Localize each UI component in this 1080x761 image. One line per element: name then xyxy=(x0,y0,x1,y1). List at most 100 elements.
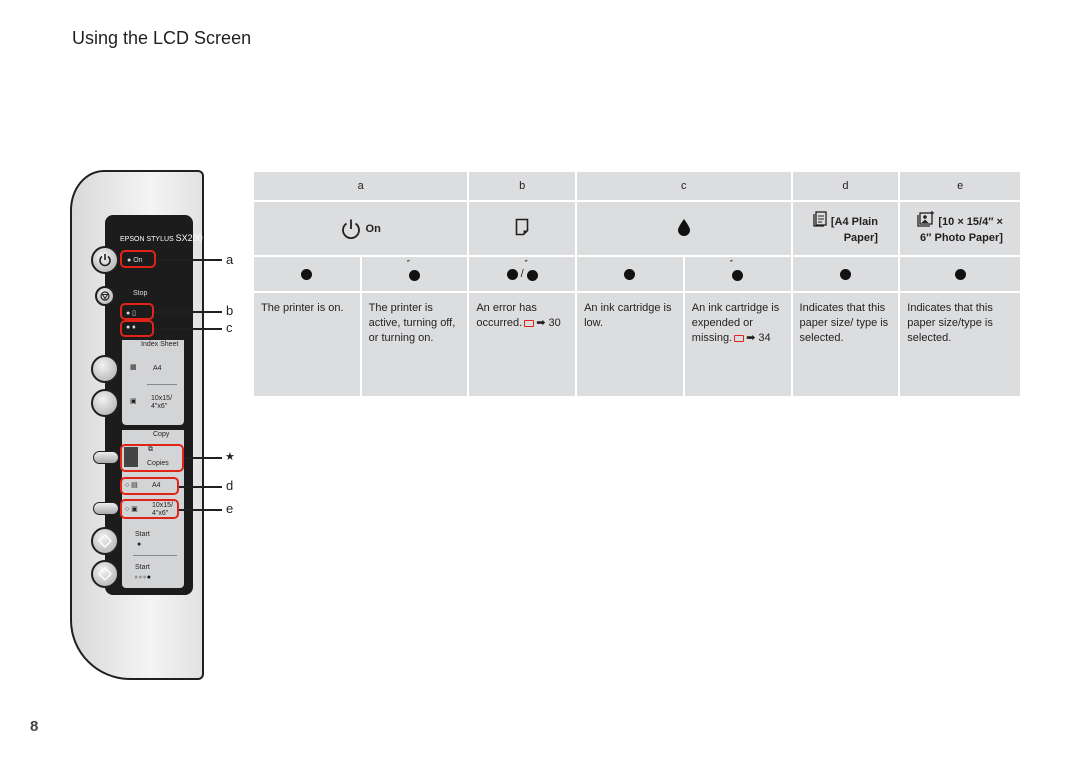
index-a4-button[interactable] xyxy=(91,355,119,383)
power-button[interactable] xyxy=(91,246,119,274)
page-title: Using the LCD Screen xyxy=(72,28,252,48)
start-icon xyxy=(98,534,112,548)
callout-a: a xyxy=(226,252,234,267)
stop-button[interactable] xyxy=(95,286,115,306)
state-on xyxy=(790,255,901,293)
callout-b: b xyxy=(226,303,234,318)
state-on xyxy=(252,255,362,293)
model-name: SX200 xyxy=(175,233,203,243)
brand-name: EPSON STYLUS xyxy=(120,236,174,243)
description-cell: An ink cartridge is low. xyxy=(575,291,685,398)
header-b: b xyxy=(467,170,578,202)
index-a4-label: A4 xyxy=(153,365,162,372)
header-a: a xyxy=(251,170,470,202)
table-icon-row: On [A4 Plain Paper] [10 × 15/4″ × 6″ Photo… xyxy=(251,200,1022,257)
light-flashing-icon xyxy=(525,259,538,281)
separator xyxy=(147,384,177,385)
start-bw-button[interactable] xyxy=(91,527,119,555)
callout-e: e xyxy=(226,501,234,516)
callout-line-d xyxy=(179,486,222,488)
callout-line-a xyxy=(156,259,222,261)
color-ink-icon: ●●●● xyxy=(134,574,151,581)
description-text: An ink cartridge is low. xyxy=(584,302,672,329)
light-on-icon xyxy=(954,268,966,280)
power-icon xyxy=(99,254,111,267)
state-on-or-flashing: / xyxy=(467,255,578,293)
start-label-bw: Start xyxy=(135,531,150,538)
start-color-button[interactable] xyxy=(91,560,119,588)
callout-line-c xyxy=(154,328,222,330)
photo-paper-label-2: 6″ Photo Paper] xyxy=(920,232,1003,244)
callout-box-d xyxy=(120,477,179,495)
callout-box-c xyxy=(120,320,154,337)
copies-button[interactable] xyxy=(93,451,119,464)
table-description-row: The printer is on. The printer is active… xyxy=(252,291,1022,398)
index-sheet-area xyxy=(122,340,184,425)
page-reference-link[interactable]: 30 xyxy=(548,317,560,329)
page-reference-link[interactable]: 34 xyxy=(758,332,770,344)
callout-box-e xyxy=(120,499,179,519)
separator xyxy=(133,555,177,556)
paper-icon xyxy=(515,218,529,236)
description-cell: The printer is active, turning off, or t… xyxy=(359,291,470,398)
panel-brand: EPSON STYLUS SX200 xyxy=(120,233,203,243)
description-text: Indicates that this paper size/type is s… xyxy=(907,302,993,344)
state-on xyxy=(898,255,1022,293)
light-on-icon xyxy=(624,268,636,280)
icon-cell-c xyxy=(575,200,793,257)
description-cell: An error has occurred. ➡ 30 xyxy=(467,291,578,398)
description-cell: The printer is on. xyxy=(252,291,362,398)
copy-label: Copy xyxy=(150,430,173,439)
index-photo-button[interactable] xyxy=(91,389,119,417)
arrow-right-icon: ➡ xyxy=(536,317,546,329)
description-cell: Indicates that this paper size/type is s… xyxy=(898,291,1022,398)
callout-star: ★ xyxy=(225,451,235,463)
indicator-table: a b c d e On [A4 Plain Paper] [10 × 15/4″… xyxy=(251,170,1022,398)
index-photo-label-1: 10x15/ xyxy=(151,395,173,402)
light-on-icon xyxy=(839,268,851,280)
paper-select-button[interactable] xyxy=(93,502,119,515)
light-on-icon xyxy=(301,268,313,280)
description-text: Indicates that this paper size/ type is … xyxy=(799,302,889,344)
state-separator: / xyxy=(520,267,524,280)
state-flashing xyxy=(359,255,470,293)
manual-reference-icon xyxy=(734,334,745,342)
arrow-right-icon: ➡ xyxy=(746,332,756,344)
plain-paper-label-2: Paper] xyxy=(843,232,878,244)
light-on-icon xyxy=(506,268,518,280)
index-photo-label-2: 4"x6" xyxy=(151,403,168,410)
manual-reference-icon xyxy=(524,319,535,327)
callout-line-e xyxy=(179,509,222,511)
header-c: c xyxy=(575,170,793,202)
icon-cell-d: [A4 Plain Paper] xyxy=(790,200,901,257)
index-photo-label: 10x15/4"x6" xyxy=(151,395,172,411)
header-e: e xyxy=(898,170,1022,202)
page-number: 8 xyxy=(30,718,39,735)
stop-label: Stop xyxy=(133,290,148,297)
index-sheet-label: Index Sheet xyxy=(138,340,182,349)
light-flashing-icon xyxy=(730,259,744,281)
plain-paper-label-1: [A4 Plain xyxy=(830,216,878,228)
callout-line-star xyxy=(184,457,222,459)
header-d: d xyxy=(790,170,901,202)
icon-cell-e: [10 × 15/4″ × 6″ Photo Paper] xyxy=(898,200,1022,257)
callout-box-star xyxy=(120,444,184,472)
light-flashing-icon xyxy=(407,259,420,281)
callout-d: d xyxy=(226,478,234,493)
index-form-icon: ▦ xyxy=(130,364,137,371)
table-header-row: a b c d e xyxy=(251,170,1022,202)
description-cell: An ink cartridge is expended or missing.… xyxy=(682,291,793,398)
callout-box-a xyxy=(120,250,156,268)
index-photo-icon: ▣ xyxy=(130,398,137,405)
photo-paper-label-1: [10 × 15/4″ × xyxy=(938,216,1003,228)
description-cell: Indicates that this paper size/ type is … xyxy=(790,291,901,398)
table-state-row: / xyxy=(252,255,1022,293)
icon-cell-b xyxy=(467,200,578,257)
start-label-color: Start xyxy=(135,564,150,571)
ink-drop-icon xyxy=(677,219,690,236)
plain-paper-icon xyxy=(813,211,827,227)
description-text: The printer is active, turning off, or t… xyxy=(368,302,456,344)
callout-c: c xyxy=(226,320,233,335)
plain-paper-label: [A4 Plain Paper] xyxy=(813,211,878,246)
power-icon xyxy=(342,219,361,239)
